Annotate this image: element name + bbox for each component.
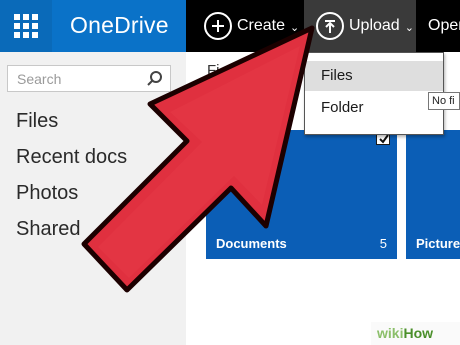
open-label: Open xyxy=(428,17,460,34)
upload-circle-icon xyxy=(316,12,344,40)
app-title[interactable]: OneDrive xyxy=(70,12,169,39)
sidebar-item-shared[interactable]: Shared xyxy=(16,218,81,241)
tile-name: Documents xyxy=(216,236,287,251)
create-label: Create xyxy=(237,17,286,34)
create-button[interactable]: Create ⌄ xyxy=(204,0,299,52)
folder-tile-documents[interactable]: Documents 5 xyxy=(206,130,397,259)
upload-button[interactable]: Upload ⌄ xyxy=(304,0,416,52)
page-title: Fi xyxy=(207,62,220,79)
top-bar: OneDrive Create ⌄ Upload ⌄ Open xyxy=(0,0,460,52)
watermark-part2: How xyxy=(403,325,434,341)
sidebar-item-files[interactable]: Files xyxy=(16,110,58,133)
brand-area: OneDrive xyxy=(0,0,186,52)
tile-name: Picture xyxy=(416,236,460,251)
watermark-part1: wiki xyxy=(377,325,404,341)
menu-item-files[interactable]: Files xyxy=(305,61,443,91)
search-box[interactable]: Search xyxy=(7,65,171,92)
folder-tile-pictures[interactable]: Picture xyxy=(406,130,460,259)
tile-count: 5 xyxy=(379,236,387,251)
app-launcher-icon[interactable] xyxy=(0,0,52,52)
tooltip: No fi xyxy=(428,92,460,110)
chevron-down-icon: ⌄ xyxy=(290,21,300,34)
menu-item-folder[interactable]: Folder xyxy=(305,93,443,123)
sidebar-item-recent-docs[interactable]: Recent docs xyxy=(16,146,127,169)
upload-label: Upload xyxy=(349,17,400,34)
chevron-down-icon: ⌄ xyxy=(404,21,414,34)
search-icon[interactable] xyxy=(146,70,163,87)
search-input[interactable]: Search xyxy=(17,71,61,87)
open-button[interactable]: Open xyxy=(428,0,460,52)
sidebar-item-photos[interactable]: Photos xyxy=(16,182,78,205)
plus-circle-icon xyxy=(204,12,232,40)
upload-dropdown-menu: Files Folder xyxy=(304,52,444,135)
watermark-logo: wikiHow xyxy=(371,322,460,345)
